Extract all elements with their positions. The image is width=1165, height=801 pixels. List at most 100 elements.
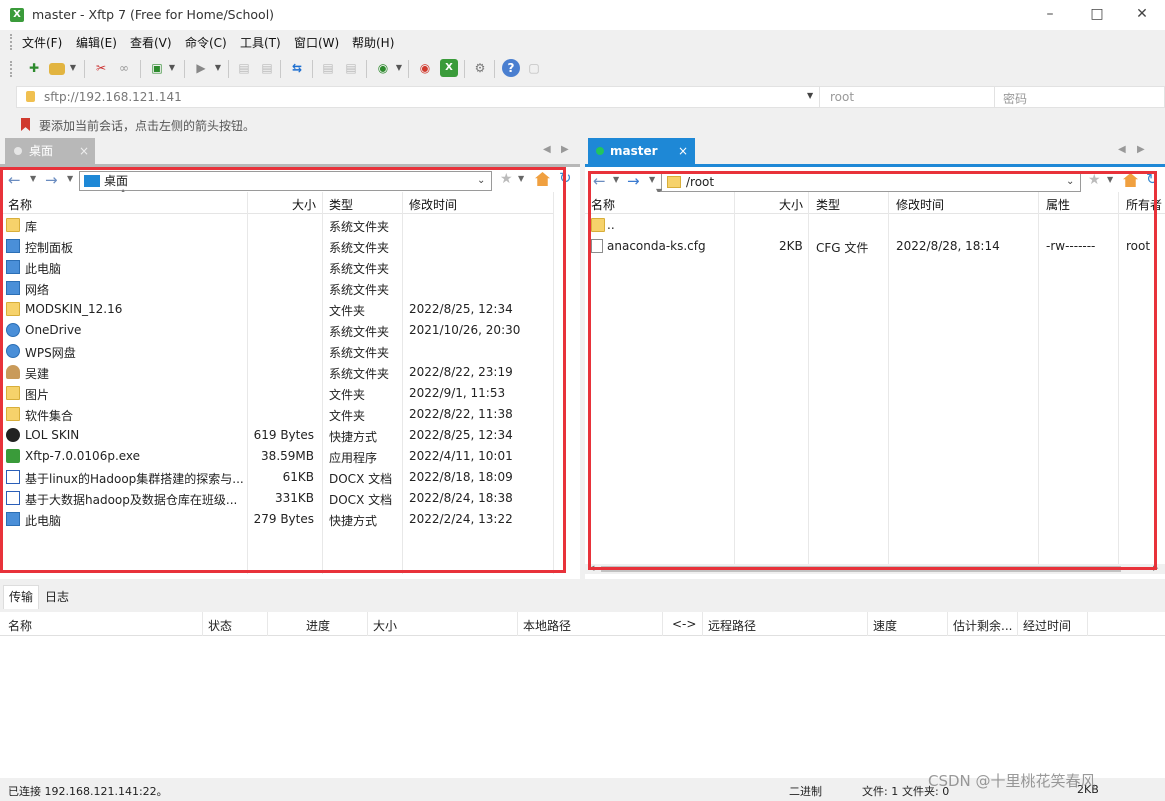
close-button[interactable]: ✕: [1119, 0, 1165, 30]
list-item[interactable]: 此电脑 279 Bytes 快捷方式 2022/2/24, 13:22: [0, 509, 554, 530]
forward-dropdown-icon[interactable]: ▼: [67, 174, 73, 183]
tab-scroll-right-icon[interactable]: ▶: [561, 144, 569, 155]
open-dropdown-icon[interactable]: ▼: [68, 59, 78, 77]
col-transfer-eta[interactable]: 估计剩余...: [953, 617, 1012, 634]
copy-icon[interactable]: ▤: [235, 59, 253, 77]
col-owner[interactable]: 所有者: [1126, 196, 1162, 213]
remote-path-input[interactable]: /root ⌄: [661, 172, 1081, 192]
view-icon[interactable]: ▶: [192, 59, 210, 77]
home-icon[interactable]: [535, 172, 550, 186]
globe-dropdown-icon[interactable]: ▼: [394, 59, 404, 77]
col-name[interactable]: 名称: [8, 196, 32, 213]
back-icon[interactable]: ←: [8, 171, 21, 189]
star-dropdown-icon[interactable]: ▼: [1107, 175, 1113, 184]
scroll-thumb[interactable]: [601, 566, 1121, 572]
host-dropdown-icon[interactable]: ▼: [807, 91, 813, 100]
menu-file[interactable]: 文件(F): [22, 34, 62, 51]
list-item[interactable]: 控制面板 系统文件夹: [0, 236, 554, 257]
list-item[interactable]: MODSKIN_12.16 文件夹 2022/8/25, 12:34: [0, 299, 554, 320]
xshell-icon[interactable]: ◉: [416, 59, 434, 77]
globe-icon[interactable]: ◉: [374, 59, 392, 77]
tab-scroll-right-icon[interactable]: ▶: [1137, 144, 1145, 155]
new-session-icon[interactable]: ✚: [25, 59, 43, 77]
tab-transfer[interactable]: 传输: [3, 585, 39, 609]
open-folder-icon[interactable]: [49, 63, 65, 75]
col-size[interactable]: 大小: [292, 196, 316, 213]
list-item[interactable]: anaconda-ks.cfg 2KB CFG 文件 2022/8/28, 18…: [585, 236, 1165, 257]
list-item[interactable]: 图片 文件夹 2022/9/1, 11:53: [0, 383, 554, 404]
star-icon[interactable]: ★: [1088, 172, 1101, 188]
tab-log[interactable]: 日志: [45, 585, 69, 609]
col-transfer-speed[interactable]: 速度: [873, 617, 897, 634]
list-item[interactable]: 库 系统文件夹: [0, 215, 554, 236]
transfer-down-icon[interactable]: ▤: [342, 59, 360, 77]
col-modified[interactable]: 修改时间: [896, 196, 944, 213]
list-item[interactable]: 网络 系统文件夹: [0, 278, 554, 299]
scroll-left-icon[interactable]: ◀: [589, 564, 594, 572]
tab-remote-close-icon[interactable]: ×: [678, 138, 688, 164]
col-transfer-remote-path[interactable]: 远程路径: [708, 617, 756, 634]
col-size[interactable]: 大小: [779, 196, 803, 213]
tab-scroll-left-icon[interactable]: ◀: [1118, 144, 1126, 155]
minimize-button[interactable]: –: [1027, 0, 1073, 30]
reconnect-icon[interactable]: ∞: [115, 59, 133, 77]
menu-edit[interactable]: 编辑(E): [76, 34, 117, 51]
col-transfer-progress[interactable]: 进度: [306, 617, 330, 634]
list-item[interactable]: 基于linux的Hadoop集群搭建的探索与... 61KB DOCX 文档 2…: [0, 467, 554, 488]
col-transfer-local-path[interactable]: 本地路径: [523, 617, 571, 634]
disconnect-icon[interactable]: ✂: [92, 59, 110, 77]
col-type[interactable]: 类型: [329, 196, 353, 213]
back-dropdown-icon[interactable]: ▼: [30, 174, 36, 183]
list-item[interactable]: 软件集合 文件夹 2022/8/22, 11:38: [0, 404, 554, 425]
username-field[interactable]: root: [830, 90, 854, 104]
list-item[interactable]: 吴建 系统文件夹 2022/8/22, 23:19: [0, 362, 554, 383]
host-input[interactable]: sftp://192.168.121.141: [44, 90, 182, 104]
col-transfer-size[interactable]: 大小: [373, 617, 397, 634]
col-transfer-direction[interactable]: <->: [672, 617, 696, 631]
scroll-right-icon[interactable]: ▶: [1153, 564, 1158, 572]
gear-icon[interactable]: ⚙: [471, 59, 489, 77]
maximize-button[interactable]: □: [1074, 0, 1120, 30]
list-item[interactable]: LOL SKIN 619 Bytes 快捷方式 2022/8/25, 12:34: [0, 425, 554, 446]
menu-view[interactable]: 查看(V): [130, 34, 172, 51]
forward-icon[interactable]: →: [45, 171, 58, 189]
col-type[interactable]: 类型: [816, 196, 840, 213]
menu-help[interactable]: 帮助(H): [352, 34, 394, 51]
col-modified[interactable]: 修改时间: [409, 196, 457, 213]
transfer-up-icon[interactable]: ▤: [319, 59, 337, 77]
new-file-icon[interactable]: ▣: [148, 59, 166, 77]
refresh-icon[interactable]: ↻: [1146, 170, 1159, 188]
horizontal-scrollbar[interactable]: ◀ ▶: [585, 564, 1165, 574]
star-dropdown-icon[interactable]: ▼: [518, 174, 524, 183]
menu-tools[interactable]: 工具(T): [240, 34, 281, 51]
password-field[interactable]: 密码: [1003, 90, 1027, 107]
list-item[interactable]: WPS网盘 系统文件夹: [0, 341, 554, 362]
paste-icon[interactable]: ▤: [258, 59, 276, 77]
xftp-new-icon[interactable]: X: [440, 59, 458, 77]
bookmark-icon[interactable]: [21, 118, 30, 131]
tab-scroll-left-icon[interactable]: ◀: [543, 144, 551, 155]
list-item[interactable]: 此电脑 系统文件夹: [0, 257, 554, 278]
menu-window[interactable]: 窗口(W): [294, 34, 339, 51]
menu-command[interactable]: 命令(C): [185, 34, 227, 51]
home-icon[interactable]: [1123, 173, 1138, 187]
chat-icon[interactable]: ▢: [525, 59, 543, 77]
col-attributes[interactable]: 属性: [1046, 196, 1070, 213]
path-dropdown-icon[interactable]: ⌄: [1066, 173, 1074, 191]
list-item[interactable]: OneDrive 系统文件夹 2021/10/26, 20:30: [0, 320, 554, 341]
col-transfer-name[interactable]: 名称: [8, 617, 32, 634]
view-dropdown-icon[interactable]: ▼: [213, 59, 223, 77]
forward-icon[interactable]: →: [627, 172, 640, 190]
col-transfer-elapsed[interactable]: 经过时间: [1023, 617, 1071, 634]
forward-dropdown-icon[interactable]: ▼: [649, 175, 655, 184]
path-dropdown-icon[interactable]: ⌄: [477, 172, 485, 190]
list-item[interactable]: ..: [585, 215, 1165, 236]
refresh-icon[interactable]: ↻: [559, 169, 572, 187]
list-item[interactable]: Xftp-7.0.0106p.exe 38.59MB 应用程序 2022/4/1…: [0, 446, 554, 467]
tab-local[interactable]: 桌面 ×: [5, 138, 95, 164]
col-name[interactable]: 名称: [591, 196, 615, 213]
new-file-dropdown-icon[interactable]: ▼: [167, 59, 177, 77]
back-dropdown-icon[interactable]: ▼: [613, 175, 619, 184]
list-item[interactable]: 基于大数据hadoop及数据仓库在班级... 331KB DOCX 文档 202…: [0, 488, 554, 509]
local-path-input[interactable]: 桌面 ⌄: [79, 171, 492, 191]
